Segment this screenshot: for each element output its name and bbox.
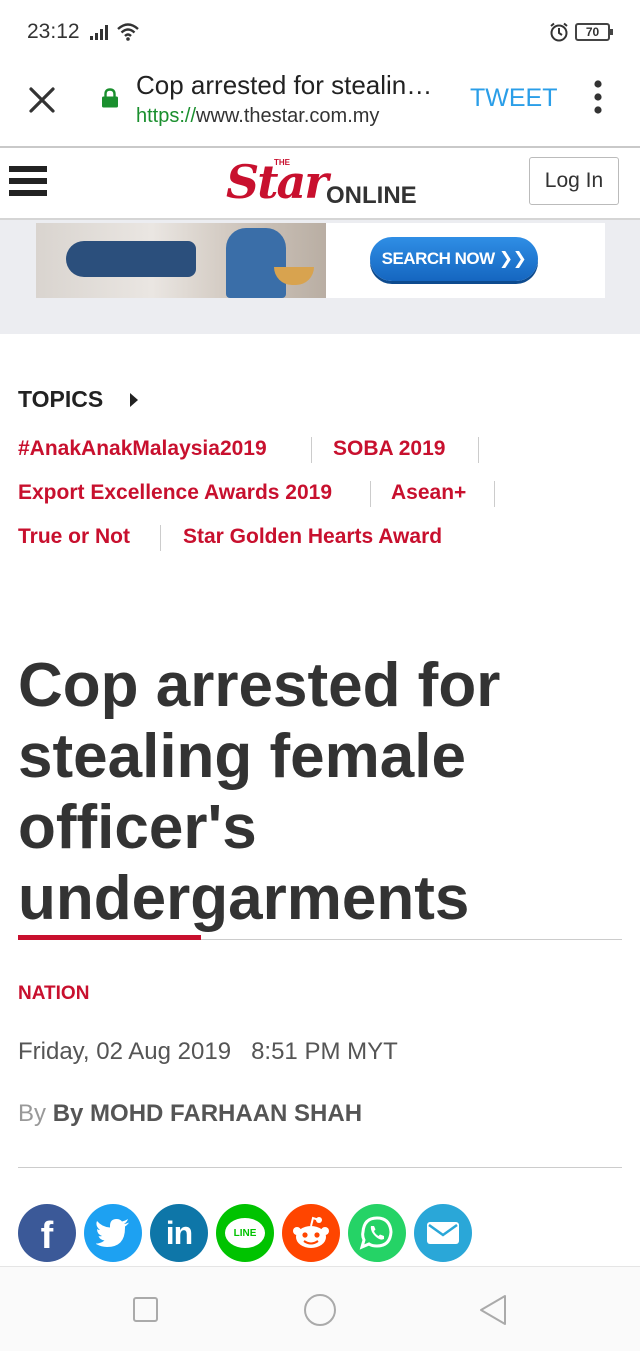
email-share-button[interactable] bbox=[414, 1204, 472, 1262]
line-icon: LINE bbox=[225, 1218, 265, 1248]
topic-link[interactable]: #AnakAnakMalaysia2019 bbox=[18, 437, 267, 461]
logo-online-text: ONLINE bbox=[326, 182, 417, 209]
line-share-button[interactable]: LINE bbox=[216, 1204, 274, 1262]
status-bar: 23:12 70 bbox=[0, 0, 640, 64]
ad-figure-person bbox=[66, 241, 196, 277]
lock-icon bbox=[102, 88, 118, 108]
article-byline: By By MOHD FARHAAN SHAH bbox=[18, 1100, 362, 1128]
linkedin-share-button[interactable]: in bbox=[150, 1204, 208, 1262]
site-header: Star THE ONLINE Log In bbox=[0, 148, 640, 220]
ad-search-now-button[interactable]: SEARCH NOW ❯❯ bbox=[370, 237, 538, 281]
logo-the-text: THE bbox=[274, 158, 290, 167]
browser-toolbar: Cop arrested for stealing female officer… bbox=[0, 64, 640, 148]
article-headline: Cop arrested for stealing female officer… bbox=[18, 651, 501, 933]
hamburger-menu-icon[interactable] bbox=[9, 166, 47, 198]
byline-prefix: By bbox=[18, 1100, 47, 1127]
wifi-icon bbox=[117, 23, 139, 41]
topics-heading[interactable]: TOPICS bbox=[18, 386, 103, 413]
topic-divider bbox=[478, 437, 479, 463]
url-scheme: https:// bbox=[136, 105, 197, 127]
system-nav-bar bbox=[0, 1266, 640, 1351]
section-label[interactable]: NATION bbox=[18, 983, 89, 1005]
article-dateline: Friday, 02 Aug 2019 8:51 PM MYT bbox=[18, 1038, 398, 1066]
topic-link[interactable]: Star Golden Hearts Award bbox=[183, 525, 442, 549]
signal-icon bbox=[90, 25, 108, 40]
browser-url[interactable]: https://www.thestar.com.my bbox=[136, 105, 379, 128]
topic-divider bbox=[311, 437, 312, 463]
close-icon[interactable] bbox=[26, 84, 58, 116]
tweet-button[interactable]: TWEET bbox=[470, 84, 558, 113]
battery-icon: 70 bbox=[575, 23, 613, 41]
status-time: 23:12 bbox=[27, 20, 80, 43]
facebook-share-button[interactable]: f bbox=[18, 1204, 76, 1262]
email-icon bbox=[427, 1222, 459, 1244]
topic-link[interactable]: Asean+ bbox=[391, 481, 466, 505]
back-icon[interactable] bbox=[478, 1294, 508, 1326]
more-vert-icon[interactable] bbox=[592, 80, 604, 114]
recent-apps-icon[interactable] bbox=[133, 1297, 158, 1322]
ad-banner[interactable]: SEARCH NOW ❯❯ bbox=[36, 223, 605, 298]
home-icon[interactable] bbox=[304, 1294, 336, 1326]
topic-divider bbox=[160, 525, 161, 551]
linkedin-icon: in bbox=[165, 1214, 193, 1251]
twitter-icon bbox=[96, 1219, 129, 1247]
line-icon-text: LINE bbox=[233, 1227, 257, 1239]
article-date: Friday, 02 Aug 2019 bbox=[18, 1038, 232, 1065]
topic-divider bbox=[494, 481, 495, 507]
reddit-icon bbox=[293, 1216, 329, 1248]
ad-photo bbox=[36, 223, 326, 298]
ad-container: SEARCH NOW ❯❯ bbox=[0, 220, 640, 334]
headline-accent-bar bbox=[18, 935, 201, 940]
topic-divider bbox=[370, 481, 371, 507]
topic-link[interactable]: Export Excellence Awards 2019 bbox=[18, 481, 332, 505]
author-name[interactable]: By MOHD FARHAAN SHAH bbox=[53, 1100, 362, 1127]
caret-right-icon[interactable] bbox=[130, 393, 138, 407]
login-button[interactable]: Log In bbox=[529, 157, 619, 205]
whatsapp-share-button[interactable] bbox=[348, 1204, 406, 1262]
url-host: www.thestar.com.my bbox=[196, 105, 380, 127]
byline-divider bbox=[18, 1167, 622, 1168]
reddit-share-button[interactable] bbox=[282, 1204, 340, 1262]
alarm-icon bbox=[550, 22, 568, 42]
browser-page-title: Cop arrested for stealing female officer… bbox=[136, 70, 441, 100]
article-time: 8:51 PM MYT bbox=[251, 1038, 398, 1065]
topic-link[interactable]: True or Not bbox=[18, 525, 130, 549]
ad-figure-person bbox=[226, 228, 286, 298]
whatsapp-icon bbox=[359, 1216, 393, 1250]
topic-link[interactable]: SOBA 2019 bbox=[333, 437, 445, 461]
twitter-share-button[interactable] bbox=[84, 1204, 142, 1262]
facebook-icon: f bbox=[40, 1214, 54, 1257]
star-online-logo[interactable]: Star THE ONLINE bbox=[226, 156, 417, 212]
